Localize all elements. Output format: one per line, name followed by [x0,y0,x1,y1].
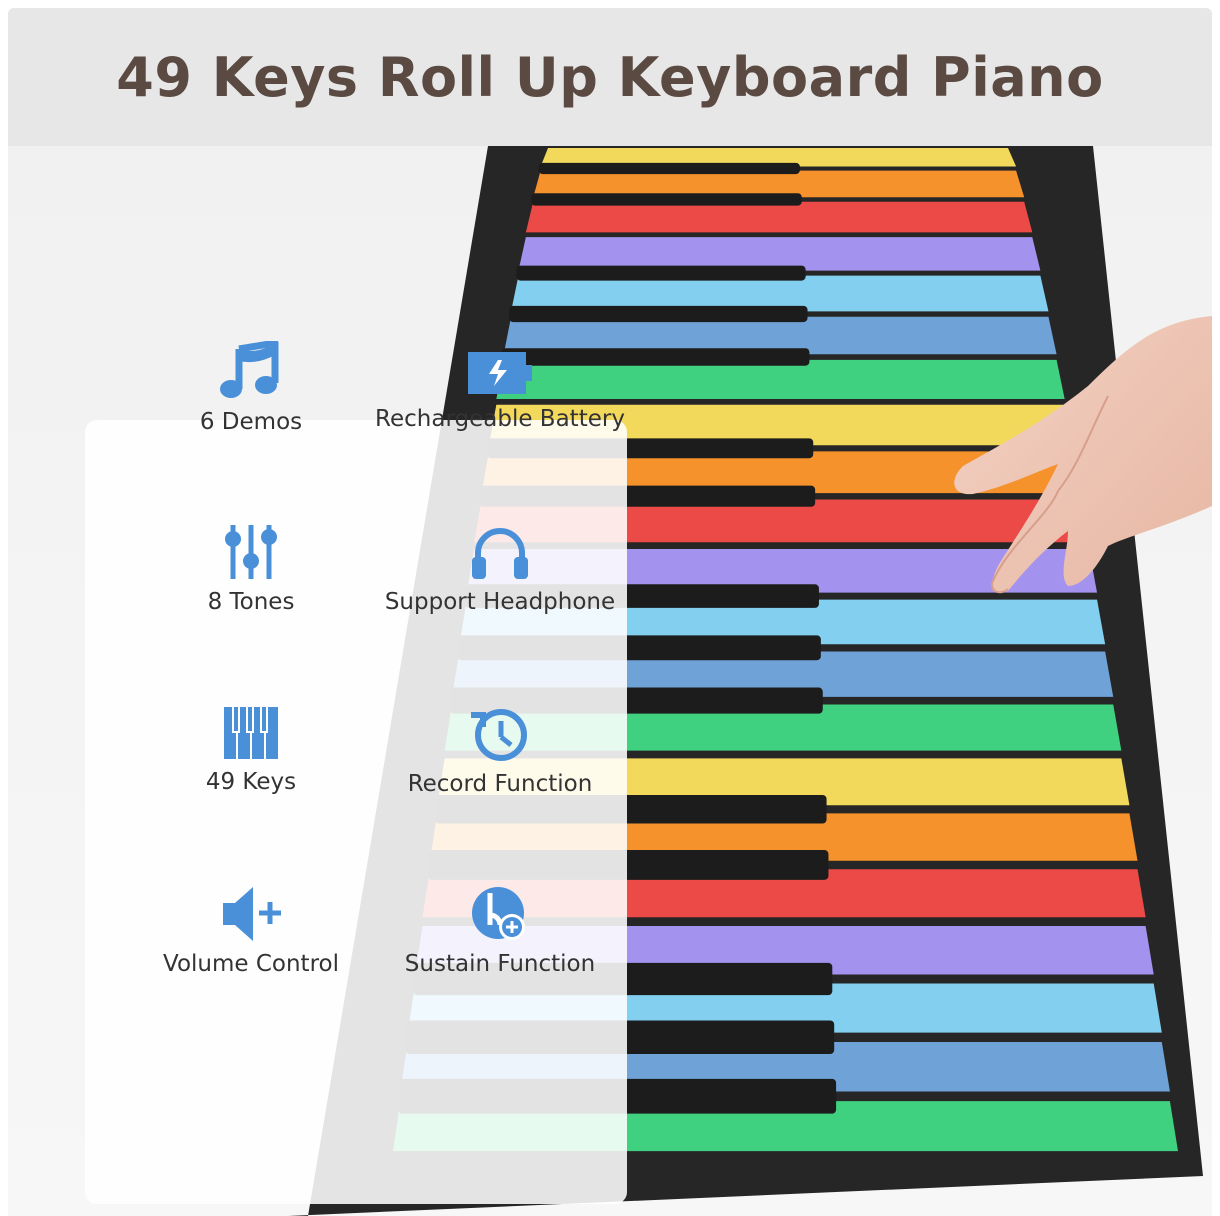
black-key [531,193,802,206]
piano-keys-icon [224,707,278,759]
volume-up-icon [223,887,281,941]
keyboard-scene [8,146,1212,1216]
product-image-frame: 49 Keys Roll Up Keyboard Piano 6 Demos R… [8,8,1212,1216]
feature-label: Support Headphone [384,589,616,615]
feature-label: 8 Tones [207,589,295,615]
feature-label: 49 Keys [205,769,297,795]
feature-label: Sustain Function [404,951,596,977]
title-banner: 49 Keys Roll Up Keyboard Piano [8,8,1212,146]
feature-item: Volume Control [121,885,381,977]
feature-label: Rechargeable Battery [375,406,625,432]
black-key [516,265,806,281]
feature-item: 6 Demos [121,341,381,435]
headphones-icon [472,528,528,579]
feature-item: Sustain Function [370,885,630,977]
music-notes-icon [220,341,279,398]
feature-item: Record Function [370,705,630,797]
feature-label: 6 Demos [199,409,303,435]
feature-item: Rechargeable Battery [370,348,630,432]
feature-item: 49 Keys [121,705,381,795]
black-key [509,305,808,323]
page-title: 49 Keys Roll Up Keyboard Piano [116,45,1104,109]
feature-item: 8 Tones [121,523,381,615]
feature-label: Volume Control [163,951,339,977]
sustain-plus-icon [472,887,525,940]
battery-charging-icon [468,352,532,394]
feature-item: Support Headphone [370,523,630,615]
feature-label: Record Function [407,771,593,797]
white-key [525,201,1033,233]
equalizer-sliders-icon [225,525,277,579]
black-key [538,162,800,175]
record-clock-icon [471,709,527,761]
